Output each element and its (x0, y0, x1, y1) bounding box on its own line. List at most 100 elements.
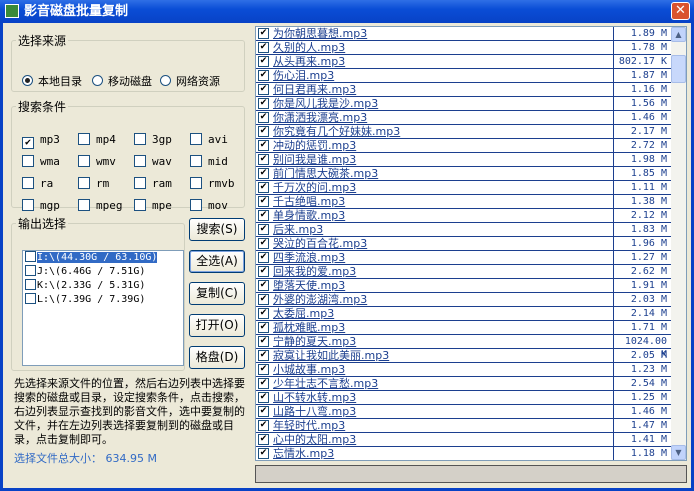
checkbox-icon[interactable]: ✔ (258, 434, 269, 445)
checkbox-icon[interactable]: ✔ (258, 28, 269, 39)
checkbox-icon[interactable] (134, 177, 146, 189)
radio-icon[interactable] (92, 75, 103, 86)
format-checkbox-mov[interactable]: mov (190, 199, 228, 212)
file-row[interactable]: ✔ 从头再来.mp3 802.17 K (256, 55, 672, 69)
checkbox-icon[interactable] (78, 133, 90, 145)
file-name[interactable]: 堕落天使.mp3 (273, 279, 345, 292)
checkbox-icon[interactable]: ✔ (258, 112, 269, 123)
file-row[interactable]: ✔ 你潇洒我漂亮.mp3 1.46 M (256, 111, 672, 125)
file-name[interactable]: 哭泣的百合花.mp3 (273, 237, 367, 250)
file-name[interactable]: 孤枕难眠.mp3 (273, 321, 345, 334)
checkbox-icon[interactable]: ✔ (258, 322, 269, 333)
checkbox-icon[interactable]: ✔ (258, 378, 269, 389)
file-row[interactable]: ✔ 回来我的爱.mp3 2.62 M (256, 265, 672, 279)
file-name[interactable]: 你潇洒我漂亮.mp3 (273, 111, 367, 124)
format-checkbox-ra[interactable]: ra (22, 177, 53, 190)
checkbox-icon[interactable]: ✔ (258, 224, 269, 235)
drive-item[interactable]: L:\(7.39G / 7.39G) (23, 293, 183, 307)
file-row[interactable]: ✔ 前门情思大碗茶.mp3 1.85 M (256, 167, 672, 181)
drive-item[interactable]: I:\(44.30G / 63.10G) (23, 251, 183, 265)
format-checkbox-mpe[interactable]: mpe (134, 199, 172, 212)
file-name[interactable]: 寂寞让我如此美丽.mp3 (273, 349, 389, 362)
checkbox-icon[interactable] (190, 199, 202, 211)
drive-list[interactable]: I:\(44.30G / 63.10G) J:\(6.46G / 7.51G) K:… (22, 250, 184, 366)
checkbox-icon[interactable] (190, 133, 202, 145)
checkbox-icon[interactable]: ✔ (258, 126, 269, 137)
format-checkbox-wma[interactable]: wma (22, 155, 60, 168)
file-name[interactable]: 山不转水转.mp3 (273, 391, 356, 404)
file-row[interactable]: ✔ 山路十八弯.mp3 1.46 M (256, 405, 672, 419)
file-row[interactable]: ✔ 太委屈.mp3 2.14 M (256, 307, 672, 321)
format-checkbox-mpeg[interactable]: mpeg (78, 199, 123, 212)
file-row[interactable]: ✔ 单身情歌.mp3 2.12 M (256, 209, 672, 223)
checkbox-icon[interactable]: ✔ (258, 294, 269, 305)
checkbox-icon[interactable]: ✔ (258, 336, 269, 347)
file-name[interactable]: 你是风儿我是沙.mp3 (273, 97, 378, 110)
radio-icon[interactable] (160, 75, 171, 86)
source-option[interactable]: 本地目录 (22, 75, 82, 88)
file-name[interactable]: 伤心泪.mp3 (273, 69, 334, 82)
checkbox-icon[interactable] (25, 293, 36, 304)
format-checkbox-rmvb[interactable]: rmvb (190, 177, 235, 190)
scroll-thumb[interactable] (671, 55, 686, 83)
file-row[interactable]: ✔ 千古绝唱.mp3 1.38 M (256, 195, 672, 209)
format-checkbox-mp4[interactable]: mp4 (78, 133, 116, 146)
file-name[interactable]: 单身情歌.mp3 (273, 209, 345, 222)
select-all-button[interactable]: 全选(A) (189, 250, 245, 273)
file-row[interactable]: ✔ 忘情水.mp3 1.18 M (256, 447, 672, 460)
file-row[interactable]: ✔ 寂寞让我如此美丽.mp3 2.05 M (256, 349, 672, 363)
checkbox-icon[interactable]: ✔ (258, 196, 269, 207)
file-name[interactable]: 少年壮志不言愁.mp3 (273, 377, 378, 390)
file-row[interactable]: ✔ 宁静的夏天.mp3 1024.00 K (256, 335, 672, 361)
checkbox-icon[interactable]: ✔ (258, 350, 269, 361)
file-name[interactable]: 忘情水.mp3 (273, 447, 334, 460)
file-row[interactable]: ✔ 山不转水转.mp3 1.25 M (256, 391, 672, 405)
copy-button[interactable]: 复制(C) (189, 282, 245, 305)
file-row[interactable]: ✔ 堕落天使.mp3 1.91 M (256, 279, 672, 293)
drive-item[interactable]: K:\(2.33G / 5.31G) (23, 279, 183, 293)
checkbox-icon[interactable] (25, 279, 36, 290)
format-checkbox-ram[interactable]: ram (134, 177, 172, 190)
checkbox-icon[interactable] (134, 155, 146, 167)
checkbox-icon[interactable]: ✔ (258, 420, 269, 431)
drive-item[interactable]: J:\(6.46G / 7.51G) (23, 265, 183, 279)
file-name[interactable]: 心中的太阳.mp3 (273, 433, 356, 446)
file-name[interactable]: 久别的人.mp3 (273, 41, 345, 54)
close-button[interactable]: ✕ (671, 2, 690, 20)
file-row[interactable]: ✔ 别问我是谁.mp3 1.98 M (256, 153, 672, 167)
file-name[interactable]: 年轻时代.mp3 (273, 419, 345, 432)
source-option[interactable]: 移动磁盘 (92, 75, 152, 88)
checkbox-icon[interactable] (190, 155, 202, 167)
file-row[interactable]: ✔ 久别的人.mp3 1.78 M (256, 41, 672, 55)
format-checkbox-mid[interactable]: mid (190, 155, 228, 168)
checkbox-icon[interactable]: ✔ (258, 154, 269, 165)
file-row[interactable]: ✔ 你究竟有几个好妹妹.mp3 2.17 M (256, 125, 672, 139)
checkbox-icon[interactable]: ✔ (258, 140, 269, 151)
checkbox-icon[interactable] (134, 199, 146, 211)
file-row[interactable]: ✔ 外婆的澎湖湾.mp3 2.03 M (256, 293, 672, 307)
file-row[interactable]: ✔ 小城故事.mp3 1.23 M (256, 363, 672, 377)
file-row[interactable]: ✔ 后来.mp3 1.83 M (256, 223, 672, 237)
checkbox-icon[interactable]: ✔ (258, 392, 269, 403)
radio-icon[interactable] (22, 75, 33, 86)
file-row[interactable]: ✔ 你是风儿我是沙.mp3 1.56 M (256, 97, 672, 111)
checkbox-icon[interactable]: ✔ (258, 84, 269, 95)
format-checkbox-rm[interactable]: rm (78, 177, 109, 190)
file-list[interactable]: ✔ 为你朝思暮想.mp3 1.89 M ✔ 久别的人.mp3 1.78 M ✔ 从头再来.mp… (255, 26, 687, 461)
file-name[interactable]: 千万次的问.mp3 (273, 181, 356, 194)
file-row[interactable]: ✔ 孤枕难眠.mp3 1.71 M (256, 321, 672, 335)
file-name[interactable]: 太委屈.mp3 (273, 307, 334, 320)
format-checkbox-avi[interactable]: avi (190, 133, 228, 146)
checkbox-icon[interactable] (78, 155, 90, 167)
file-row[interactable]: ✔ 年轻时代.mp3 1.47 M (256, 419, 672, 433)
format-button[interactable]: 格盘(D) (189, 346, 245, 369)
format-checkbox-wmv[interactable]: wmv (78, 155, 116, 168)
checkbox-icon[interactable]: ✔ (258, 448, 269, 459)
open-button[interactable]: 打开(O) (189, 314, 245, 337)
file-name[interactable]: 前门情思大碗茶.mp3 (273, 167, 378, 180)
vertical-scrollbar[interactable]: ▲ ▼ (671, 27, 686, 460)
file-name[interactable]: 回来我的爱.mp3 (273, 265, 356, 278)
file-name[interactable]: 山路十八弯.mp3 (273, 405, 356, 418)
checkbox-icon[interactable]: ✔ (258, 182, 269, 193)
checkbox-icon[interactable]: ✔ (258, 168, 269, 179)
